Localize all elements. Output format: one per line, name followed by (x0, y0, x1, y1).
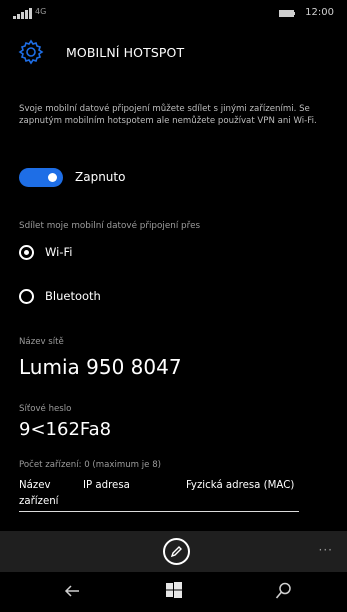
page-header: MOBILNÍ HOTSPOT (0, 26, 347, 80)
more-options-button[interactable]: ··· (319, 543, 333, 557)
edit-icon[interactable] (163, 538, 190, 565)
network-name-value[interactable]: Lumia 950 8047 (19, 355, 182, 379)
network-type-label: 4G (35, 7, 47, 16)
radio-button-unselected[interactable] (19, 289, 34, 304)
hotspot-toggle-label: Zapnuto (75, 170, 126, 184)
status-bar: 4G 12:00 (0, 0, 347, 26)
radio-wifi-label: Wi-Fi (45, 245, 73, 259)
page-title: MOBILNÍ HOTSPOT (66, 45, 185, 60)
table-divider (19, 511, 299, 512)
radio-dot (24, 250, 29, 255)
clock: 12:00 (305, 7, 334, 18)
pencil-icon (170, 546, 182, 558)
network-name-label: Název sítě (19, 337, 64, 347)
gear-icon (18, 39, 44, 65)
hotspot-description: Svoje mobilní datové připojení můžete sd… (19, 104, 317, 126)
signal-icon (13, 8, 32, 19)
app-bar: ··· (0, 531, 347, 572)
search-icon[interactable] (275, 582, 292, 600)
radio-bluetooth-label: Bluetooth (45, 289, 101, 303)
column-header-ip-address: IP adresa (83, 480, 130, 491)
windows-start-icon[interactable] (166, 582, 182, 598)
column-header-mac-address: Fyzická adresa (MAC) (186, 480, 295, 491)
toggle-knob (48, 173, 57, 182)
back-arrow-icon[interactable] (63, 582, 81, 600)
hotspot-toggle[interactable] (19, 168, 63, 187)
radio-button-selected[interactable] (19, 245, 34, 260)
navigation-bar (0, 572, 347, 612)
column-header-device-name: Název zařízení (19, 480, 59, 507)
network-password-label: Síťové heslo (19, 404, 72, 414)
share-via-label: Sdílet moje mobilní datové připojení pře… (19, 221, 201, 231)
network-password-value[interactable]: 9<162Fa8 (19, 419, 111, 440)
battery-icon (279, 10, 295, 17)
device-count-text: Počet zařízení: 0 (maximum je 8) (19, 460, 162, 470)
